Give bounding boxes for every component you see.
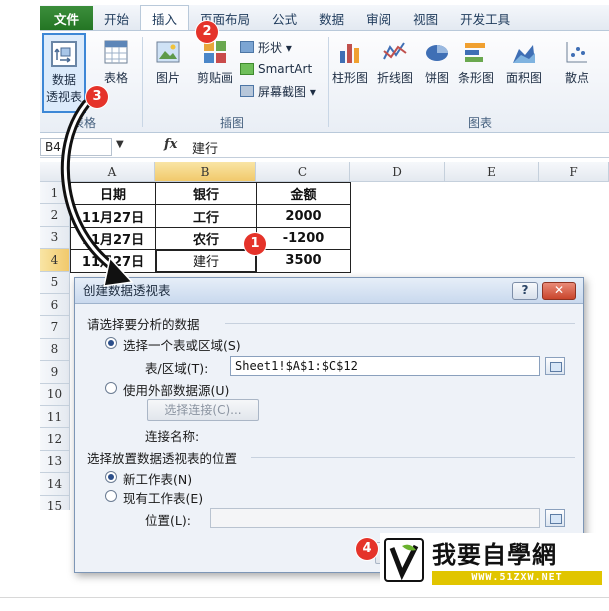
step-badge-4: 4 [356,538,378,560]
logo-mark-icon [384,538,424,582]
logo-url: WWW.51ZXW.NET [432,571,602,585]
screenshot-root: 文件 开始 插入 页面布局 公式 数据 审阅 视图 开发工具 数据 透视表 表格 [0,0,609,611]
step-badge-1: 1 [244,233,266,255]
logo-text: 我要自學網 [432,541,557,569]
bottom-divider [0,597,609,598]
step-badge-3: 3 [86,86,108,108]
step-badge-2: 2 [196,21,218,43]
site-logo: 我要自學網 WWW.51ZXW.NET [380,533,606,589]
